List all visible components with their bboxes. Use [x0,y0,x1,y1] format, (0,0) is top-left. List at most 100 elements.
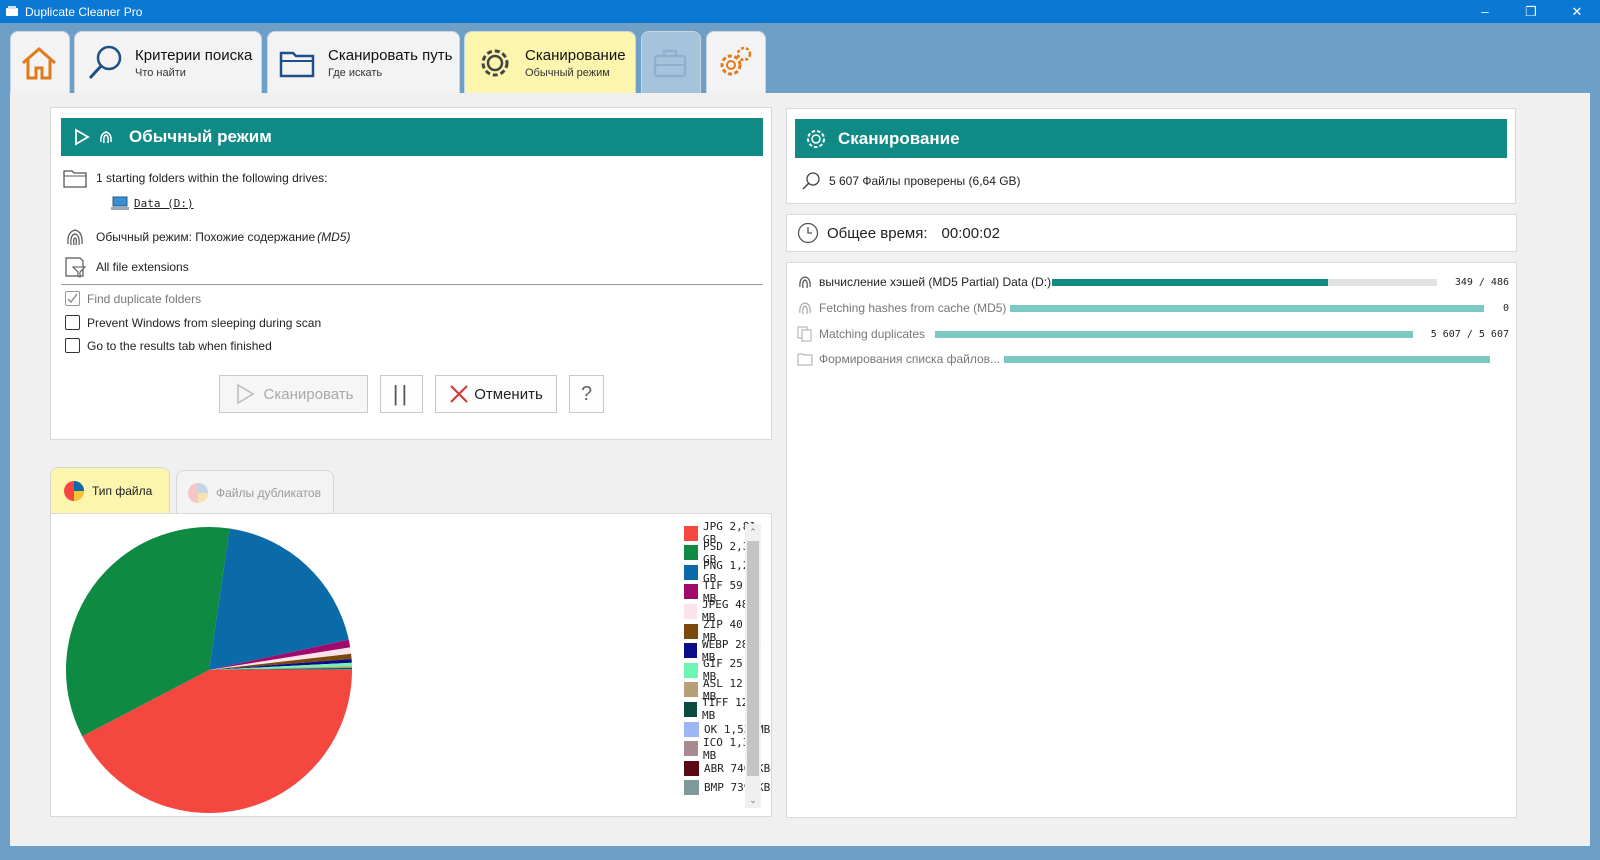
close-button[interactable]: ✕ [1554,0,1600,23]
tab-scanning[interactable]: Сканирование Обычный режим [464,31,636,93]
files-checked-text: 5 607 Файлы проверены (6,64 GB) [829,174,1021,188]
tab-scanning-subtitle: Обычный режим [525,66,610,79]
legend-swatch [684,643,698,659]
checkbox-go-to-results[interactable]: Go to the results tab when finished [65,338,272,353]
client-area: Обычный режим 1 starting folders within … [10,93,1590,846]
tab-search-criteria-title: Критерии поиска [135,46,253,64]
mode-header: Обычный режим [61,118,763,156]
mode-text: Обычный режим: Похожие содержание [96,230,316,244]
scrollbar-thumb[interactable] [747,541,759,776]
minimize-button[interactable]: – [1462,0,1508,23]
total-time-value: 00:00:02 [941,224,1000,242]
progress-bar [935,331,1413,338]
gear-icon [473,41,517,85]
checkbox-box[interactable] [65,291,80,306]
play-icon [73,128,91,146]
tab-scan-path-subtitle: Где искать [328,66,383,79]
mode-panel: Обычный режим 1 starting folders within … [50,107,772,440]
progress-panel: вычисление хэшей (MD5 Partial) Data (D:)… [786,262,1517,818]
progress-row-hashing: вычисление хэшей (MD5 Partial) Data (D:)… [797,272,1509,292]
cancel-button[interactable]: Отменить [435,375,557,413]
legend-swatch [684,662,698,678]
progress-label: Формирования списка файлов... [819,352,1001,366]
total-time-row: Общее время: 00:00:02 [797,222,1000,244]
checkbox-label: Go to the results tab when finished [87,338,272,353]
progress-bar [1010,305,1484,312]
cancel-button-label: Отменить [474,385,543,403]
help-button[interactable]: ? [569,375,604,413]
checkbox-prevent-sleep[interactable]: Prevent Windows from sleeping during sca… [65,315,321,330]
tab-scan-path[interactable]: Сканировать путь Где искать [267,31,460,93]
checkbox-box[interactable] [65,315,80,330]
window-title: Duplicate Cleaner Pro [25,4,143,19]
progress-bar [1052,279,1437,286]
scan-header-title: Сканирование [838,128,960,148]
scroll-down-icon[interactable]: ⌄ [745,792,761,808]
maximize-button[interactable]: ❐ [1508,0,1554,23]
scan-status-panel: Сканирование 5 607 Файлы проверены (6,64… [786,108,1516,204]
folder-icon [63,168,87,188]
filter-icon [63,255,87,279]
pause-button[interactable]: || [380,375,423,413]
legend-swatch [684,741,698,757]
progress-label: Fetching hashes from cache (MD5) [819,301,1007,315]
title-bar: Duplicate Cleaner Pro – ❐ ✕ [0,0,1600,23]
folders-row: 1 starting folders within the following … [63,168,327,188]
settings-gears-icon [713,41,757,85]
legend-swatch [684,780,699,796]
progress-count: 0 [1502,302,1509,314]
tab-home[interactable] [10,31,70,93]
tab-scan-path-title: Сканировать путь [328,46,453,64]
tab-duplicate-files[interactable]: Файлы дубликатов [176,470,334,514]
tab-settings[interactable] [706,31,766,93]
search-icon [83,41,127,85]
fingerprint-icon [97,128,115,146]
folder-icon [276,41,320,85]
progress-count: 349 / 486 [1454,276,1509,288]
mode-row: Обычный режим: Похожие содержание (MD5) [63,225,350,249]
legend-scrollbar[interactable]: ⌃ ⌄ [745,524,761,808]
progress-label: Matching duplicates [819,327,926,341]
files-checked-row: 5 607 Файлы проверены (6,64 GB) [801,171,1021,191]
pie-chart-icon [188,482,208,503]
app-icon [6,5,18,16]
scroll-up-icon[interactable]: ⌃ [745,524,761,540]
legend-swatch [684,721,699,737]
progress-row-matching: Matching duplicates 5 607 / 5 607 [797,324,1509,344]
folder-icon [797,353,813,366]
tab-search-criteria[interactable]: Критерии поиска Что найти [74,31,262,93]
extensions-text: All file extensions [96,260,189,274]
legend-swatch [684,545,698,561]
tab-file-type-label: Тип файла [92,484,153,498]
checkbox-label: Find duplicate folders [87,291,202,306]
drive-link[interactable]: Data (D:) [134,197,194,210]
tab-search-criteria-subtitle: Что найти [135,66,186,79]
legend-swatch [684,525,698,541]
gear-icon [805,128,827,150]
folders-text: 1 starting folders within the following … [96,171,328,185]
checkbox-find-duplicate-folders[interactable]: Find duplicate folders [65,291,201,306]
checkbox-box[interactable] [65,338,80,353]
toolbox-icon [648,41,692,85]
clock-icon [797,222,819,244]
chart-panel: JPG 2,81 GB PSD 2,32 GB PNG 1,28 GB TIF 59,… [50,513,772,817]
pie-chart-icon [64,481,84,501]
scan-button[interactable]: Сканировать [219,375,368,413]
legend-swatch [684,701,698,717]
pie-chart [65,527,352,813]
legend-swatch [684,584,698,600]
tab-duplicate-files-label: Файлы дубликатов [216,485,321,500]
checkbox-label: Prevent Windows from sleeping during sca… [87,315,322,330]
tab-results [641,31,701,93]
fingerprint-icon [799,276,811,289]
tab-file-type[interactable]: Тип файла [50,467,170,514]
drive-row: Data (D:) [111,195,194,211]
search-icon [802,172,820,190]
progress-row-building-list: Формирования списка файлов... [797,349,1509,369]
divider [61,284,763,285]
fingerprint-icon [799,302,811,315]
legend-swatch [684,623,698,639]
extensions-row: All file extensions [63,255,189,279]
home-icon [17,41,61,85]
fingerprint-icon [63,225,87,249]
